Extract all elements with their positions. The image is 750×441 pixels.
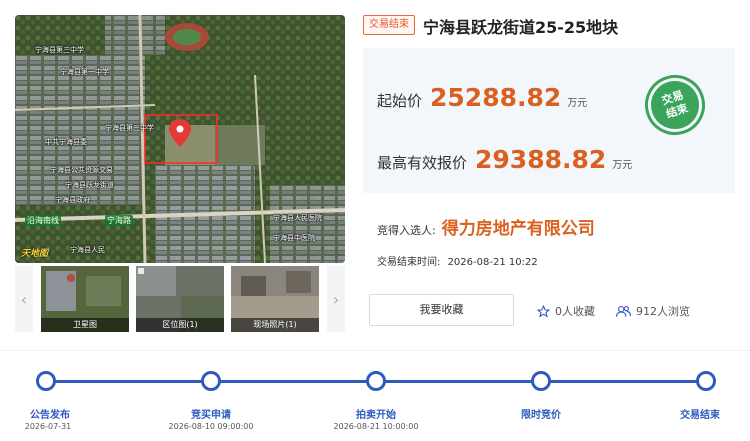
end-time-label: 交易结束时间: (377, 257, 441, 268)
status-badge: 交易结束 (363, 15, 415, 35)
timeline-node (36, 371, 56, 391)
thumbnail-photo[interactable]: 现场照片(1) (231, 266, 319, 332)
end-time-row: 交易结束时间: 2026-08-21 10:22 (377, 253, 538, 268)
timeline-date: 2026-08-10 09:00:00 (168, 422, 254, 431)
timeline-label: 拍卖开始 (356, 410, 396, 421)
map-label: 宁海县政府 (55, 196, 90, 204)
start-price-row: 起始价 25288.82 万元 (377, 83, 587, 112)
thumbnail-location[interactable]: 区位图(1) (136, 266, 224, 332)
map-label: 宁海县第三中学 (35, 46, 84, 54)
map-label: 宁海县跃龙街道 (65, 181, 114, 189)
max-bid-label: 最高有效报价 (377, 154, 468, 172)
road-label: 沿海南线 (25, 215, 61, 226)
end-time-value: 2026-08-21 10:22 (447, 257, 538, 268)
timeline-label: 交易结束 (680, 410, 720, 421)
start-price-label: 起始价 (377, 92, 423, 110)
timeline-label: 公告发布 (30, 410, 70, 421)
max-bid-row: 最高有效报价 29388.82 万元 (377, 145, 632, 174)
map-label: 中共宁海县委 (45, 138, 87, 146)
winner-value: 得力房地产有限公司 (441, 219, 595, 239)
start-price-value: 25288.82 (430, 83, 562, 112)
timeline-node (696, 371, 716, 391)
thumbnail-caption: 区位图(1) (136, 318, 224, 332)
map-label: 宁海县人民 (70, 246, 105, 254)
users-icon (616, 305, 631, 317)
views-text: 912人浏览 (636, 305, 690, 318)
max-bid-unit: 万元 (612, 160, 633, 171)
thumbnail-caption: 卫星图 (41, 318, 129, 332)
timeline-date: 2026-07-31 (24, 422, 72, 431)
timeline-node (531, 371, 551, 391)
thumbnail-satellite[interactable]: 卫星图 (41, 266, 129, 332)
max-bid-value: 29388.82 (475, 145, 607, 174)
timeline-label: 限时竞价 (521, 410, 561, 421)
prev-arrow-icon[interactable]: ‹ (15, 266, 33, 332)
map-label: 宁海县第一中学 (60, 68, 109, 76)
star-icon (537, 304, 550, 318)
winner-row: 竞得入选人: 得力房地产有限公司 (377, 214, 595, 239)
satellite-map[interactable]: 宁海县第三中学 宁海县第一中学 宁海县第三中学 中共宁海县委 宁海县公共资源交易… (15, 15, 345, 263)
page-title: 宁海县跃龙街道25-25地块 (423, 18, 619, 37)
start-price-unit: 万元 (567, 98, 588, 109)
favorites-count[interactable]: 0人收藏 (537, 303, 595, 319)
road-label: 宁海路 (105, 215, 133, 226)
thumbnail-strip: ‹ 卫星图 区位图(1) 现场照片(1) › (15, 266, 345, 332)
timeline-node (366, 371, 386, 391)
progress-timeline: 公告发布 2026-07-31 竞买申请 2026-08-10 09:00:00… (0, 350, 750, 441)
timeline-label: 竞买申请 (191, 410, 231, 421)
favorite-button[interactable]: 我要收藏 (369, 294, 514, 326)
next-arrow-icon[interactable]: › (327, 266, 345, 332)
thumbnail-caption: 现场照片(1) (231, 318, 319, 332)
map-label: 宁海县中医院 (273, 234, 315, 242)
views-count: 912人浏览 (616, 303, 690, 319)
favorites-text: 0人收藏 (555, 305, 595, 318)
map-label: 宁海县公共资源交易 (50, 166, 113, 174)
winner-label: 竞得入选人: (377, 224, 436, 237)
timeline-node (201, 371, 221, 391)
timeline-date: 2026-08-21 10:00:00 (333, 422, 419, 431)
land-detail-page: 宁海县第三中学 宁海县第一中学 宁海县第三中学 中共宁海县委 宁海县公共资源交易… (0, 0, 750, 441)
map-label: 宁海县第三中学 (105, 124, 154, 132)
map-watermark: 天地图 (21, 249, 49, 259)
map-label: 宁海县人民医院 (273, 214, 322, 222)
